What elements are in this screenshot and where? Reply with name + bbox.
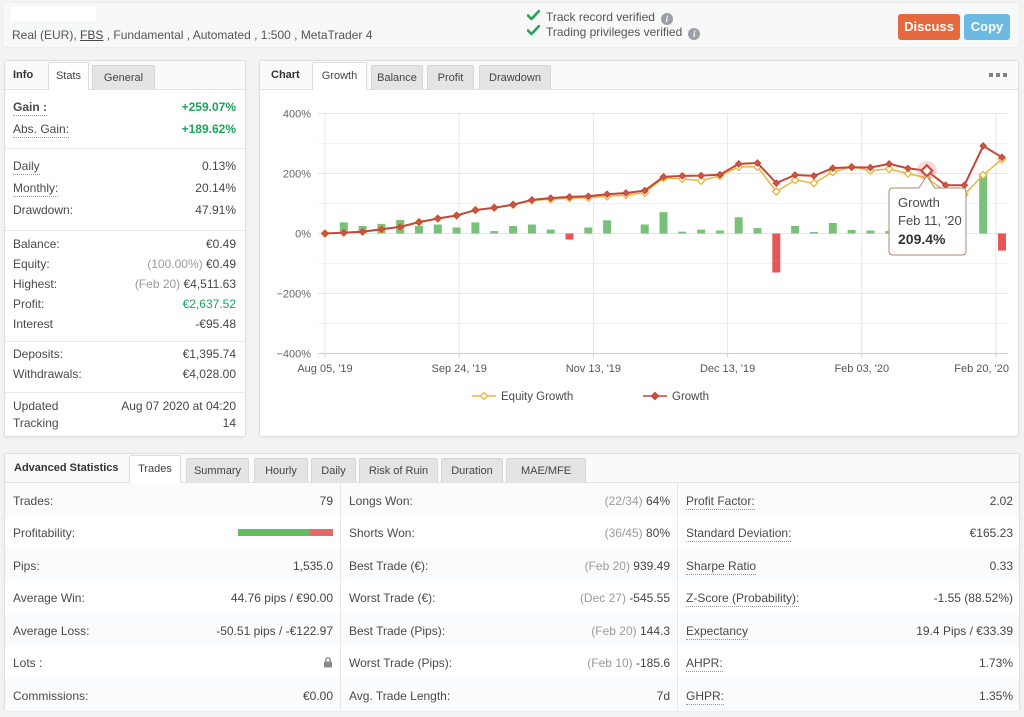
svg-text:Aug 05, '19: Aug 05, '19 (297, 363, 352, 375)
svg-text:Nov 13, '19: Nov 13, '19 (566, 363, 621, 375)
svg-text:Feb 20, '20: Feb 20, '20 (954, 363, 1009, 375)
svg-text:Feb 03, '20: Feb 03, '20 (834, 363, 889, 375)
svg-text:0%: 0% (295, 229, 311, 241)
svg-text:Feb 11, '20: Feb 11, '20 (898, 213, 962, 228)
svg-text:Growth: Growth (898, 195, 940, 210)
svg-text:Dec 13, '19: Dec 13, '19 (700, 363, 755, 375)
svg-text:200%: 200% (283, 169, 311, 181)
svg-text:−200%: −200% (276, 289, 311, 301)
svg-text:Growth: Growth (672, 391, 709, 403)
svg-text:209.4%: 209.4% (898, 231, 946, 247)
svg-text:Equity Growth: Equity Growth (501, 391, 573, 403)
svg-text:−400%: −400% (276, 349, 311, 361)
svg-text:400%: 400% (283, 109, 311, 121)
svg-text:Sep 24, '19: Sep 24, '19 (432, 363, 487, 375)
